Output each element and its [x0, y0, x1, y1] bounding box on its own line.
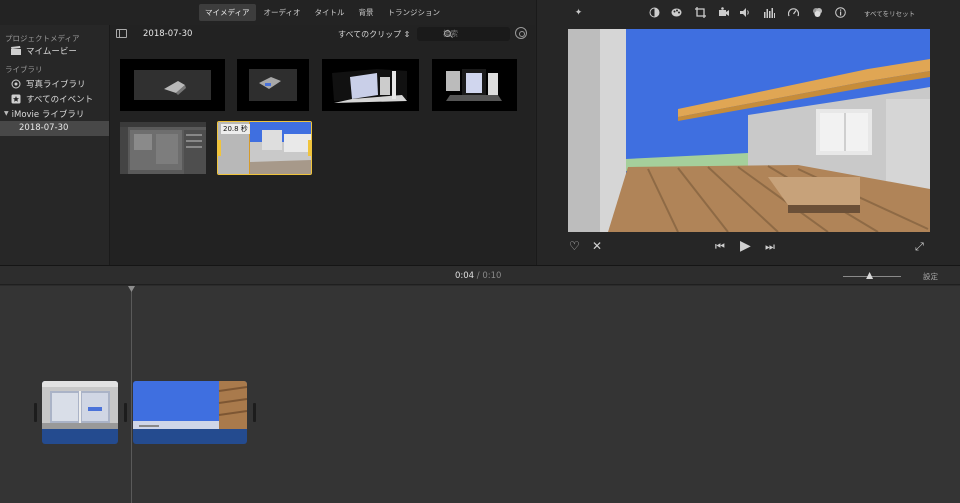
fullscreen-icon[interactable]: ⤢ [915, 240, 924, 254]
info-icon[interactable] [835, 7, 846, 18]
favorite-heart-icon[interactable]: ♡ [569, 239, 580, 253]
timeline-trim-handle-mid[interactable] [124, 403, 127, 422]
media-browser: 2018-07-30 すべてのクリップ ⇕ 検索 20.8 秒 [110, 25, 535, 265]
tab-titles[interactable]: タイトル [308, 4, 350, 21]
gear-icon[interactable] [515, 27, 527, 39]
playhead-handle[interactable] [128, 286, 135, 292]
library-sidebar: プロジェクトメディア マイムービー ライブラリ 写真ライブラリ すべてのイベント [0, 25, 110, 265]
volume-icon[interactable] [740, 7, 751, 18]
project-media-heading: プロジェクトメディア [5, 34, 80, 43]
crop-icon[interactable] [695, 7, 706, 18]
time-separator: / [476, 271, 480, 281]
sidebar-item-label: すべてのイベント [26, 94, 94, 105]
tab-transitions[interactable]: トランジション [381, 4, 446, 21]
current-time: 0:04 [455, 271, 475, 281]
sidebar-item-label: 写真ライブラリ [26, 79, 86, 90]
top-panel: マイメディア オーディオ タイトル 背景 トランジション プロジェクトメディア … [0, 0, 960, 265]
clip-filter-value: すべてのクリップ [338, 30, 402, 39]
timeline[interactable] [0, 286, 960, 503]
event-title: 2018-07-30 [143, 29, 193, 39]
clip-filter-select[interactable]: すべてのクリップ ⇕ [338, 29, 410, 40]
clip-filter-icon[interactable] [812, 7, 823, 18]
timeline-settings-button[interactable]: 設定 [923, 271, 938, 282]
media-tab-bar: マイメディア オーディオ タイトル 背景 トランジション [110, 0, 535, 25]
sidebar-item-event-2018-07-30[interactable]: 2018-07-30 [0, 121, 109, 136]
disclosure-triangle-icon[interactable]: ▼ [4, 110, 9, 117]
timeline-header: 0:04 / 0:10 設定 [0, 265, 960, 285]
noise-reduction-icon[interactable] [764, 7, 775, 18]
sidebar-item-my-movie[interactable]: マイムービー [0, 43, 109, 58]
toggle-sidebar-icon[interactable] [116, 29, 127, 38]
reject-icon[interactable]: ✕ [592, 239, 602, 253]
timecode: 0:04 / 0:10 [455, 271, 501, 281]
tab-backgrounds[interactable]: 背景 [352, 4, 379, 21]
video-preview [568, 29, 930, 232]
clip-thumbnail-2[interactable] [237, 59, 309, 111]
clip-thumbnail-3[interactable] [322, 59, 419, 111]
sidebar-item-label: iMovie ライブラリ [11, 109, 85, 120]
clip-thumbnail-1[interactable] [120, 59, 225, 111]
sidebar-item-imovie-library[interactable]: ▼ iMovie ライブラリ [0, 106, 109, 121]
playhead[interactable] [131, 286, 132, 503]
clip-frame [42, 381, 118, 429]
reset-all-button[interactable]: すべてをリセット [864, 8, 915, 18]
skip-forward-icon[interactable]: ⏭ [765, 240, 775, 254]
imovie-window: マイメディア オーディオ タイトル 背景 トランジション プロジェクトメディア … [0, 0, 960, 503]
color-palette-icon[interactable] [671, 7, 682, 18]
tab-bar-spacer [0, 0, 110, 25]
clip-trim-handle-right[interactable] [308, 140, 311, 156]
sidebar-item-all-events[interactable]: すべてのイベント [0, 91, 109, 106]
search-input[interactable]: 検索 [417, 27, 510, 41]
viewer-panel: ✦ すべてをリセット ♡ ✕ ⏮ ▶ ⏭ ⤢ [536, 0, 960, 265]
sidebar-item-label: マイムービー [26, 46, 77, 57]
clapper-icon [11, 46, 21, 56]
timeline-trim-handle-left[interactable] [34, 403, 37, 422]
browser-toolbar: 2018-07-30 すべてのクリップ ⇕ 検索 [110, 25, 535, 43]
magic-wand-icon[interactable]: ✦ [573, 7, 584, 18]
viewer-toolbar: ✦ すべてをリセット [537, 0, 960, 25]
play-icon[interactable]: ▶ [740, 238, 751, 254]
clip-frame [133, 381, 247, 429]
speed-icon[interactable] [788, 7, 799, 18]
total-time: 0:10 [482, 271, 502, 281]
chevron-updown-icon: ⇕ [403, 30, 411, 39]
tab-audio[interactable]: オーディオ [258, 4, 307, 21]
selected-clip-thumbnail[interactable]: 20.8 秒 [217, 121, 312, 175]
photos-flower-icon [11, 79, 21, 89]
clip-thumbnail-4[interactable] [432, 59, 517, 111]
timeline-trim-handle-right[interactable] [253, 403, 256, 422]
clip-thumbnail-5[interactable] [120, 122, 206, 174]
library-heading: ライブラリ [5, 65, 43, 74]
skip-back-icon[interactable]: ⏮ [715, 240, 725, 254]
tab-my-media[interactable]: マイメディア [199, 4, 256, 21]
star-icon [11, 94, 21, 104]
camera-stabilization-icon[interactable] [718, 7, 729, 18]
timeline-clip-1[interactable] [42, 381, 118, 444]
clip-duration-badge: 20.8 秒 [221, 124, 250, 134]
search-icon [444, 30, 451, 37]
timeline-clip-2[interactable] [133, 381, 247, 444]
sidebar-item-photos-library[interactable]: 写真ライブラリ [0, 76, 109, 91]
color-balance-icon[interactable] [649, 7, 660, 18]
clip-trim-handle-left[interactable] [218, 140, 221, 156]
